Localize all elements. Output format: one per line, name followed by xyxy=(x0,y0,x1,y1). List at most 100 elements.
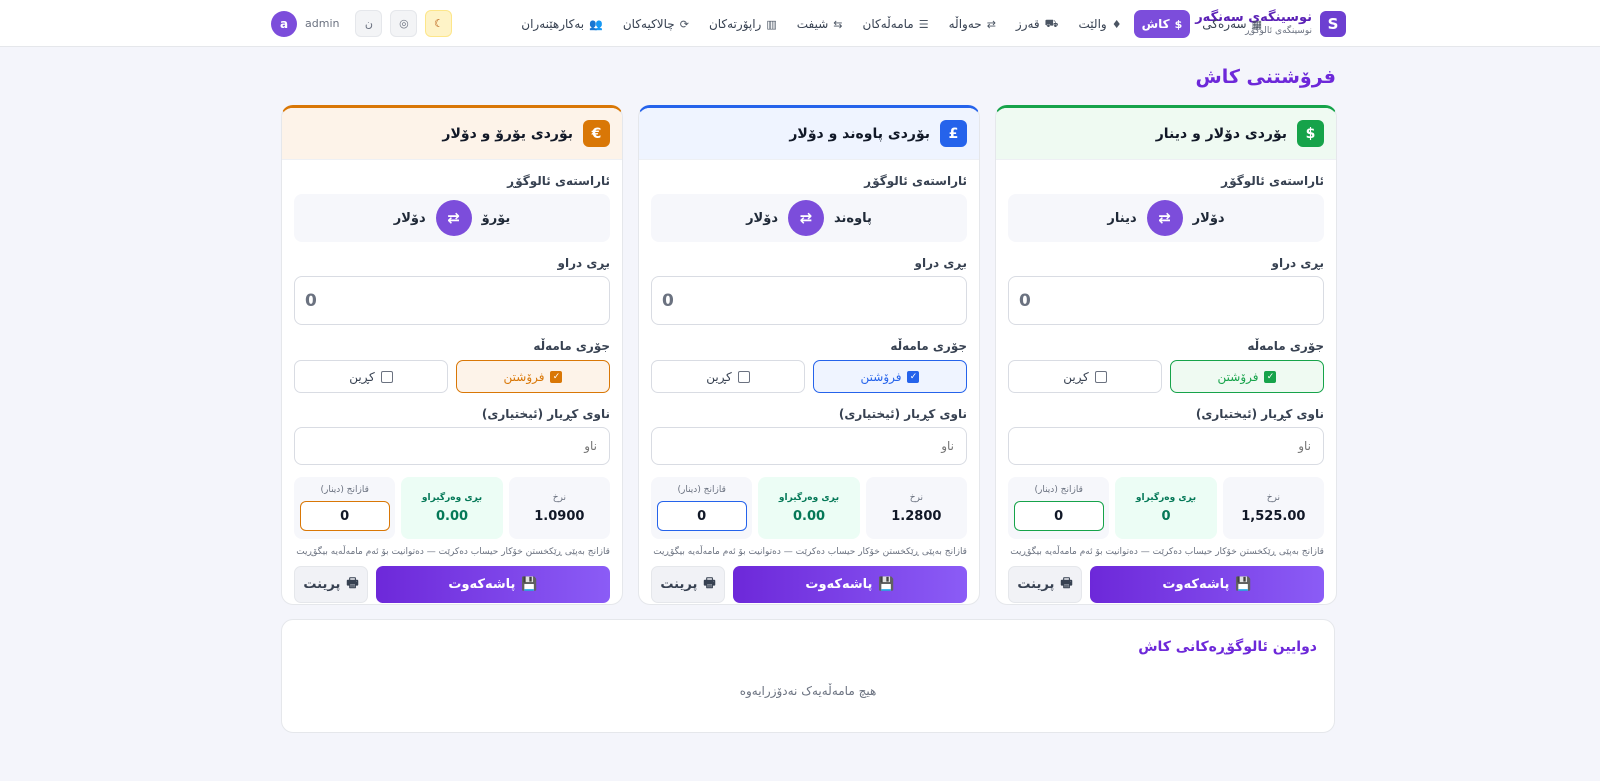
customer-name-input[interactable] xyxy=(651,427,967,465)
customer-name-input[interactable] xyxy=(294,427,610,465)
buy-label: کڕین xyxy=(706,369,732,384)
from-currency: یۆرۆ xyxy=(481,210,511,226)
profit-input[interactable]: 0 xyxy=(299,501,390,531)
profit-hint: قازانج بەپێی ڕێکخستن خۆکار حیساب دەکرێت … xyxy=(1010,547,1324,557)
buy-label: کڕین xyxy=(1063,369,1089,384)
print-button[interactable]: 🖶 پرینت xyxy=(294,566,368,603)
sell-checkbox[interactable]: ✓ xyxy=(550,370,563,383)
nav-item-label: شیفت xyxy=(796,17,829,31)
type-label: جۆری مامەڵە xyxy=(1247,339,1324,353)
nav-item-label: مامەڵەکان xyxy=(862,17,914,31)
sell-option[interactable]: ✓ فرۆشتن xyxy=(1170,360,1324,393)
customer-label: ناوی کڕیار (ئیختیاری) xyxy=(838,407,967,421)
print-icon: 🖶 xyxy=(346,575,359,591)
sell-checkbox[interactable]: ✓ xyxy=(1264,370,1277,383)
amount-input[interactable] xyxy=(294,276,610,325)
nav-item-shift[interactable]: ⇆ شیفت xyxy=(789,10,851,38)
report-icon: ▥ xyxy=(766,17,777,31)
sell-label: فرۆشتن xyxy=(1217,369,1259,384)
profit-input[interactable]: 0 xyxy=(1013,501,1104,531)
buy-checkbox[interactable] xyxy=(737,370,750,383)
print-label: پرینت xyxy=(660,577,698,592)
buy-checkbox[interactable] xyxy=(1094,370,1107,383)
received-stat: بڕی وەرگیراو 0.00 xyxy=(758,477,860,539)
debt-icon: ⛟ xyxy=(1044,16,1059,30)
currency-icon: $ xyxy=(1297,120,1324,147)
sell-option[interactable]: ✓ فرۆشتن xyxy=(813,360,967,393)
buy-checkbox[interactable] xyxy=(380,370,393,383)
activity-icon: ⟳ xyxy=(679,17,689,31)
amount-input[interactable] xyxy=(1008,276,1324,325)
dashboard-icon: ▦ xyxy=(1251,17,1262,31)
received-label: بڕی وەرگیراو xyxy=(1135,492,1197,503)
save-button[interactable]: 💾 پاشەکەوت xyxy=(376,566,610,603)
profit-stat: قازانج (دینار) 0 xyxy=(294,477,396,539)
nav-item-label: کاش xyxy=(1141,17,1170,31)
nav-item-list[interactable]: ☰ مامەڵەکان xyxy=(855,10,937,38)
nav-item-report[interactable]: ▥ راپۆرتەکان xyxy=(701,10,785,38)
shift-icon: ⇆ xyxy=(833,17,843,31)
card-title: بۆردی یۆرۆ و دۆلار xyxy=(442,125,573,142)
avatar[interactable]: a xyxy=(271,10,297,37)
rate-value: 1,525.00 xyxy=(1241,508,1306,524)
amount-input[interactable] xyxy=(651,276,967,325)
profit-label: قازانج (دینار) xyxy=(677,485,726,495)
sell-label: فرۆشتن xyxy=(503,369,545,384)
rate-stat: نرخ 1.0900 xyxy=(508,477,610,539)
rate-value: 1.2800 xyxy=(891,508,942,524)
save-button[interactable]: 💾 پاشەکەوت xyxy=(733,566,967,603)
save-button[interactable]: 💾 پاشەکەوت xyxy=(1090,566,1324,603)
to-currency: دۆلار xyxy=(746,210,778,226)
customer-label: ناوی کڕیار (ئیختیاری) xyxy=(1195,407,1324,421)
nav-item-transfer[interactable]: ⇄ حەواڵە xyxy=(941,10,1004,38)
buy-option[interactable]: کڕین xyxy=(651,360,805,393)
customer-name-input[interactable] xyxy=(1008,427,1324,465)
recent-empty-message: هیچ مامەڵەیەک نەدۆزرایەوە xyxy=(739,684,877,698)
profit-input[interactable]: 0 xyxy=(656,501,747,531)
nav-item-activity[interactable]: ⟳ چالاکیەکان xyxy=(615,10,697,38)
language-button[interactable]: ن xyxy=(355,10,383,37)
card-title: بۆردی دۆلار و دینار xyxy=(1155,125,1287,142)
type-label: جۆری مامەڵە xyxy=(890,339,967,353)
rate-label: نرخ xyxy=(1266,492,1280,503)
amount-label: بڕی دراو xyxy=(1271,256,1325,270)
buy-label: کڕین xyxy=(349,369,375,384)
exchange-board-card: £ بۆردی پاوەند و دۆلار ئاراستەی ئالوگۆڕ … xyxy=(638,105,980,605)
nav-item-debt[interactable]: ⛟ قەرز xyxy=(1008,10,1067,38)
nav-item-users[interactable]: 👥 بەکارهێنەران xyxy=(513,10,611,38)
swap-icon: ⇄ xyxy=(799,209,813,227)
print-icon: 🖶 xyxy=(703,575,716,591)
currency-icon: € xyxy=(583,120,610,147)
swap-icon: ⇄ xyxy=(1158,209,1171,227)
received-value: 0 xyxy=(1161,508,1171,524)
nav-item-label: حەواڵە xyxy=(948,17,982,31)
from-currency: دۆلار xyxy=(1192,210,1225,226)
received-value: 0.00 xyxy=(435,508,469,524)
sell-checkbox[interactable]: ✓ xyxy=(907,370,920,383)
top-bar: S نوسینگەی سەنگەر نوسینگەی ئالوگۆڕ ▦ سەرە… xyxy=(0,0,1600,47)
save-icon: 💾 xyxy=(521,577,538,592)
buy-option[interactable]: کڕین xyxy=(1008,360,1162,393)
language-icon: ن xyxy=(364,17,373,30)
print-button[interactable]: 🖶 پرینت xyxy=(651,566,725,603)
dark-mode-button[interactable]: ☾ xyxy=(425,10,453,37)
nav-item-label: قەرز xyxy=(1015,17,1040,31)
theme-button[interactable]: ◎ xyxy=(390,10,418,37)
received-label: بڕی وەرگیراو xyxy=(778,492,840,503)
print-button[interactable]: 🖶 پرینت xyxy=(1008,566,1082,603)
nav-item-dollar[interactable]: $ کاش xyxy=(1133,10,1191,38)
wallet-icon: ♦ xyxy=(1111,17,1122,31)
buy-option[interactable]: کڕین xyxy=(294,360,448,393)
card-title: بۆردی پاوەند و دۆلار xyxy=(789,125,930,142)
nav-item-dashboard[interactable]: ▦ سەرەکی xyxy=(1194,10,1270,38)
save-icon: 💾 xyxy=(1235,577,1252,592)
direction-box: یۆرۆ ⇄ دۆلار xyxy=(294,194,610,242)
card-header: € بۆردی یۆرۆ و دۆلار xyxy=(282,108,622,160)
nav-item-wallet[interactable]: ♦ والێت xyxy=(1071,10,1130,38)
received-label: بڕی وەرگیراو xyxy=(421,492,483,503)
swap-direction-button[interactable]: ⇄ xyxy=(435,200,472,236)
swap-direction-button[interactable]: ⇄ xyxy=(788,200,824,236)
sell-option[interactable]: ✓ فرۆشتن xyxy=(456,360,610,393)
swap-direction-button[interactable]: ⇄ xyxy=(1146,200,1183,236)
card-header: £ بۆردی پاوەند و دۆلار xyxy=(639,108,979,160)
